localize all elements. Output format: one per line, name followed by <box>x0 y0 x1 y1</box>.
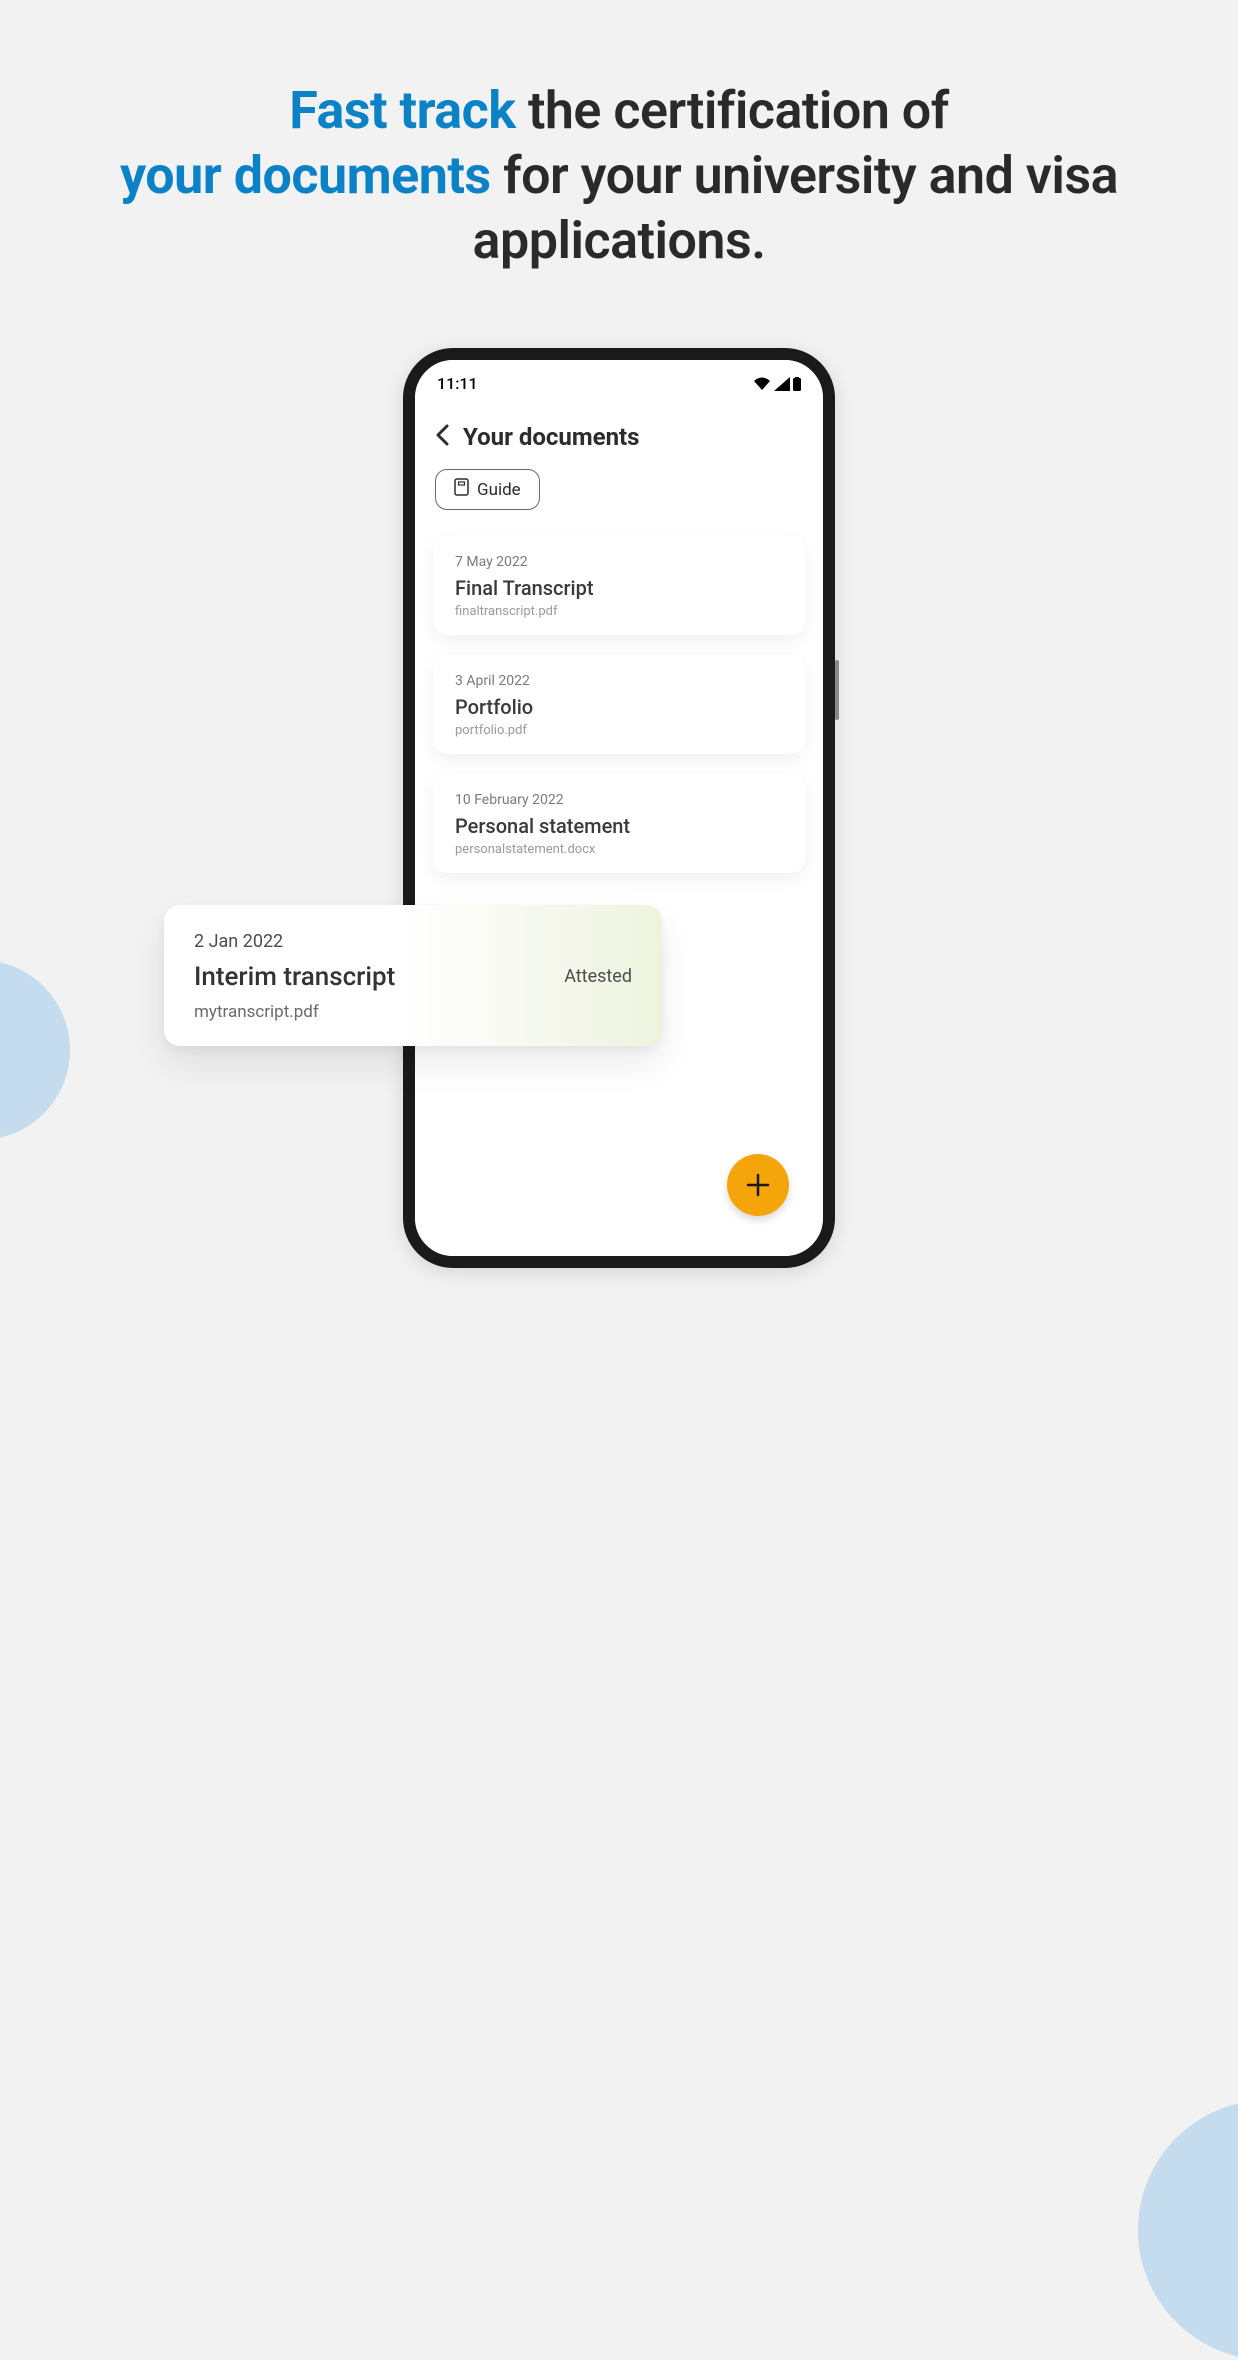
document-card[interactable]: 10 February 2022 Personal statement pers… <box>433 774 805 873</box>
marketing-headline: Fast track the certification of your doc… <box>0 78 1238 273</box>
document-card[interactable]: 7 May 2022 Final Transcript finaltranscr… <box>433 536 805 635</box>
document-title: Personal statement <box>455 814 783 838</box>
guide-button[interactable]: Guide <box>435 469 540 510</box>
document-filename: finaltranscript.pdf <box>455 604 783 619</box>
decorative-circle-left <box>0 960 70 1140</box>
guide-label: Guide <box>477 480 521 500</box>
plus-icon <box>745 1172 771 1198</box>
status-time: 11:11 <box>437 374 478 393</box>
document-title: Final Transcript <box>455 576 783 600</box>
signal-icon <box>774 377 790 391</box>
headline-accent-1: Fast track <box>289 80 515 141</box>
status-badge: Attested <box>564 966 632 987</box>
status-bar: 11:11 <box>415 360 823 397</box>
back-icon[interactable] <box>435 424 449 450</box>
document-date: 2 Jan 2022 <box>194 931 395 952</box>
headline-accent-2: your documents <box>120 145 491 206</box>
headline-text-2: for your university and visa application… <box>473 145 1119 271</box>
phone-frame: 11:11 Your documents <box>403 348 835 1268</box>
document-card-highlighted[interactable]: 2 Jan 2022 Interim transcript mytranscri… <box>164 905 662 1046</box>
decorative-circle-bottom <box>1138 2100 1238 2360</box>
document-date: 10 February 2022 <box>455 792 783 808</box>
document-title: Portfolio <box>455 695 783 719</box>
document-date: 7 May 2022 <box>455 554 783 570</box>
document-date: 3 April 2022 <box>455 673 783 689</box>
document-title: Interim transcript <box>194 962 395 992</box>
battery-icon <box>793 377 801 391</box>
phone-screen: 11:11 Your documents <box>415 360 823 1256</box>
wifi-icon <box>753 377 771 391</box>
document-filename: personalstatement.docx <box>455 842 783 857</box>
add-document-button[interactable] <box>727 1154 789 1216</box>
screen-header: Your documents <box>433 415 805 469</box>
document-card[interactable]: 3 April 2022 Portfolio portfolio.pdf <box>433 655 805 754</box>
document-icon <box>454 478 469 501</box>
document-filename: mytranscript.pdf <box>194 1002 395 1022</box>
status-icons <box>753 377 801 391</box>
document-filename: portfolio.pdf <box>455 723 783 738</box>
headline-text-1: the certification of <box>516 80 949 141</box>
page-title: Your documents <box>463 423 640 451</box>
